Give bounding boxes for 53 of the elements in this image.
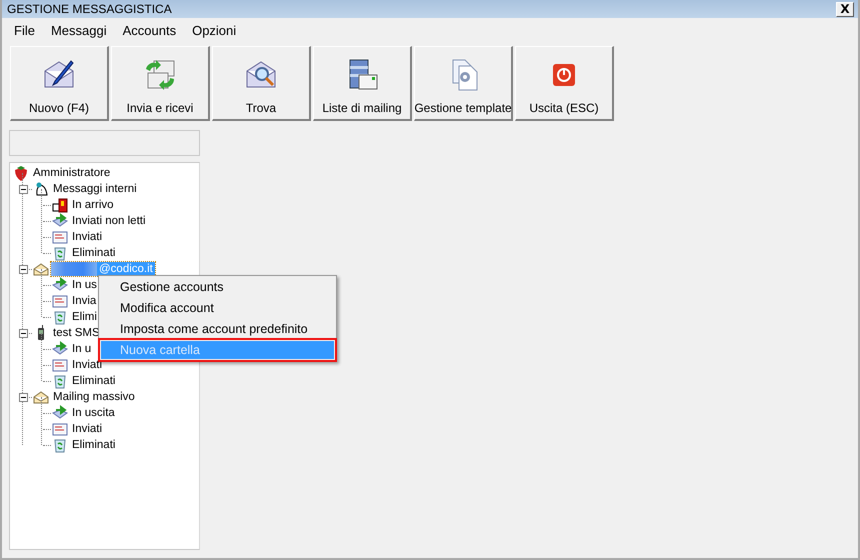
envelope-arrow-icon <box>52 341 68 357</box>
tree-item[interactable]: In u <box>70 342 94 356</box>
envelope-arrow-icon <box>52 405 68 421</box>
envelope-icon <box>52 293 68 309</box>
tree-item[interactable]: Mailing massivo <box>51 390 137 404</box>
tree-item[interactable]: Eliminati <box>70 374 118 388</box>
context-menu-item[interactable]: Gestione accounts <box>101 278 334 296</box>
toolbar-button[interactable]: Uscita (ESC) <box>515 46 614 121</box>
envelope-arrow-icon <box>52 213 68 229</box>
collapse-toggle[interactable] <box>19 184 28 194</box>
tree-item[interactable]: Inviati non letti <box>70 214 148 228</box>
tree-item[interactable]: Amministratore <box>31 166 112 180</box>
window-title: GESTIONE MESSAGGISTICA <box>7 2 172 16</box>
open-envelope-icon <box>33 261 49 277</box>
recycle-bin-icon <box>52 245 68 261</box>
tree-item[interactable]: Eliminati <box>70 246 118 260</box>
strawberry-icon <box>13 165 29 181</box>
mailbox-icon <box>52 197 68 213</box>
open-envelope-icon <box>33 389 49 405</box>
toolbar-button[interactable]: Liste di mailing <box>313 46 412 121</box>
context-menu-item[interactable]: Imposta come account predefinito <box>101 320 334 338</box>
menu-item[interactable]: Opzioni <box>183 22 244 38</box>
tree-item[interactable]: Messaggi interni <box>51 182 139 196</box>
close-button[interactable]: X <box>836 2 854 16</box>
toolbar-button[interactable]: Gestione template <box>414 46 513 121</box>
menu-item[interactable]: Messaggi <box>42 22 114 38</box>
collapse-toggle[interactable] <box>19 328 28 338</box>
tree-item[interactable]: Eliminati <box>70 438 118 452</box>
tree-item[interactable]: Inviati <box>70 358 104 372</box>
menu-item[interactable]: Accounts <box>114 22 184 38</box>
recycle-bin-icon <box>52 373 68 389</box>
tree-item-label: @codico.it <box>98 262 154 276</box>
toolbar-button[interactable]: Invia e ricevi <box>111 46 210 121</box>
menu-item[interactable]: File <box>5 22 42 38</box>
envelope-icon <box>52 229 68 245</box>
recycle-bin-icon <box>52 309 68 325</box>
tree-item[interactable]: In us <box>70 278 99 292</box>
recycle-bin-icon <box>52 437 68 453</box>
tree-item[interactable]: Inviati <box>70 230 104 244</box>
toolbar-button[interactable]: Nuovo (F4) <box>10 46 109 121</box>
collapse-toggle[interactable] <box>19 392 28 402</box>
collapse-toggle[interactable] <box>19 264 28 274</box>
tree-item[interactable]: In arrivo <box>70 198 116 212</box>
envelope-icon <box>52 357 68 373</box>
tree-item[interactable]: Inviati <box>70 422 104 436</box>
toolbar-button[interactable]: Trova <box>212 46 311 121</box>
tree-item[interactable]: Invia <box>70 294 98 308</box>
input-field[interactable] <box>9 130 200 156</box>
tree-item[interactable]: Elimi <box>70 310 99 324</box>
envelope-icon <box>52 421 68 437</box>
envelope-arrow-icon <box>52 277 68 293</box>
tree-item[interactable]: In uscita <box>70 406 117 420</box>
context-menu-item[interactable]: Modifica account <box>101 299 334 317</box>
